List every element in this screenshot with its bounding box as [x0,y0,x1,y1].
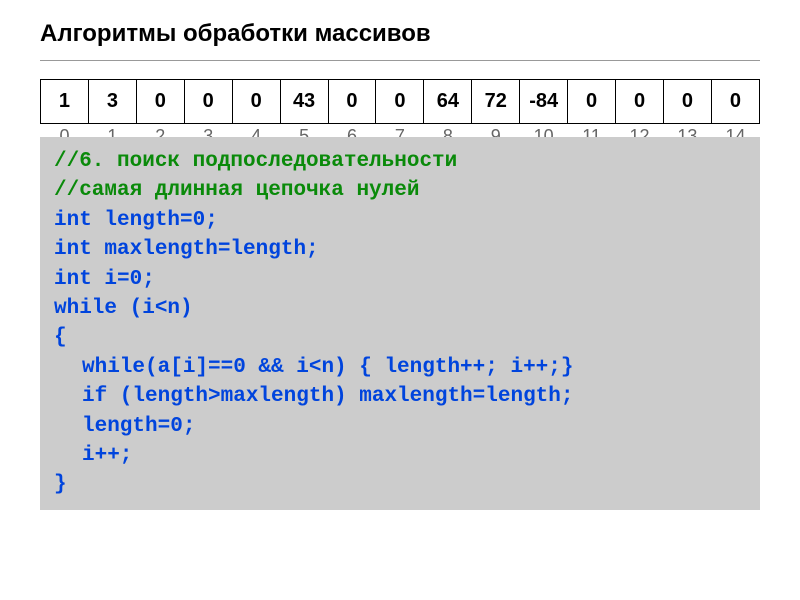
code-comment: //6. поиск подпоследовательности [54,147,746,176]
array-cell: 0 [568,80,616,124]
code-line: while (i<n) [54,294,746,323]
array-cell: 64 [424,80,472,124]
code-line: length=0; [54,412,746,441]
code-line: } [54,470,746,499]
code-line: i++; [54,441,746,470]
code-line: int length=0; [54,206,746,235]
array-cell: 43 [280,80,328,124]
array-cell: 3 [88,80,136,124]
array-cell: 0 [616,80,664,124]
array-values-row: 1 3 0 0 0 43 0 0 64 72 -84 0 0 0 0 [41,80,760,124]
code-line: while(a[i]==0 && i<n) { length++; i++;} [54,353,746,382]
array-cell: 0 [328,80,376,124]
array-cell: 0 [184,80,232,124]
array-cell: 0 [136,80,184,124]
array-cell: 0 [376,80,424,124]
array-cell: 0 [232,80,280,124]
array-cell: 1 [41,80,89,124]
code-line: if (length>maxlength) maxlength=length; [54,382,746,411]
code-block: //6. поиск подпоследовательности //самая… [40,137,760,510]
array-cell: 0 [663,80,711,124]
title-divider [40,60,760,61]
code-line: { [54,323,746,352]
array-cell: 72 [472,80,520,124]
code-comment: //самая длинная цепочка нулей [54,176,746,205]
code-line: int i=0; [54,265,746,294]
code-line: int maxlength=length; [54,235,746,264]
array-cell: 0 [711,80,759,124]
page-title: Алгоритмы обработки массивов [40,20,760,48]
array-cell: -84 [520,80,568,124]
